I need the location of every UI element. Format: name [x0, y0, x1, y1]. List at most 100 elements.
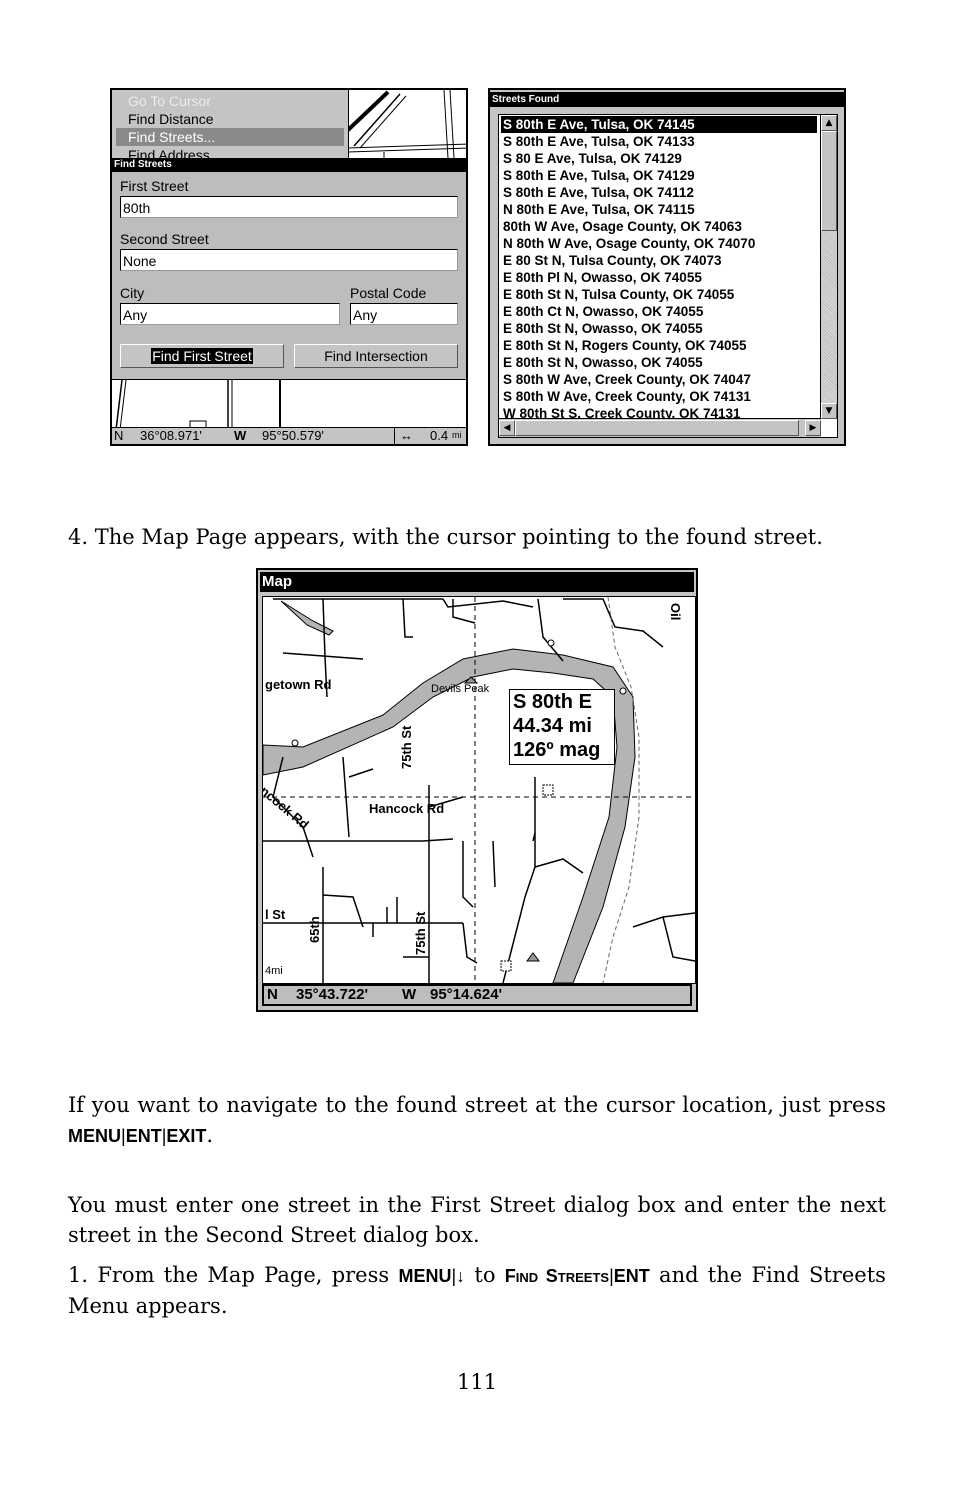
- scroll-up-arrow-icon[interactable]: ▲: [821, 115, 837, 131]
- street-list-item[interactable]: S 80th E Ave, Tulsa, OK 74112: [501, 184, 694, 201]
- map-menu-popup: Go To Cursor Find Distance Find Streets.…: [112, 90, 349, 158]
- map-roads-graphic-bottom: [115, 379, 281, 431]
- street-list-item[interactable]: S 80 E Ave, Tulsa, OK 74129: [501, 150, 682, 167]
- step-4-text: 4. The Map Page appears, with the cursor…: [68, 525, 823, 549]
- street-list-item[interactable]: E 80th Pl N, Owasso, OK 74055: [501, 269, 702, 286]
- street-list-item[interactable]: S 80th E Ave, Tulsa, OK 74129: [501, 167, 695, 184]
- waypoint-circle-icon: [547, 639, 555, 647]
- cemetery-icon: [542, 784, 554, 796]
- vertical-scroll-thumb[interactable]: [821, 131, 837, 231]
- map-longitude-value: 95°14.624': [430, 986, 503, 1003]
- menu-item-go-to-cursor[interactable]: Go To Cursor: [116, 92, 344, 110]
- map-label-l-st: l St: [265, 907, 286, 922]
- cursor-bearing: 126º mag: [513, 739, 601, 761]
- streets-found-list: S 80th E Ave, Tulsa, OK 74145 S 80th E Av…: [498, 114, 838, 438]
- map-label-top-right: Oil: [668, 603, 683, 621]
- map-status-bar: N 35°43.722' W 95°14.624': [262, 984, 692, 1006]
- map-page-screenshot: Map getown Rd Devils Peak 75th St Hancoc…: [256, 568, 698, 1012]
- street-list-item[interactable]: N 80th E Ave, Tulsa, OK 74115: [501, 201, 695, 218]
- menu-item-find-address[interactable]: Find Address: [116, 146, 344, 158]
- street-list-item[interactable]: E 80th St N, Rogers County, OK 74055: [501, 337, 747, 354]
- street-list-item[interactable]: N 80th W Ave, Osage County, OK 74070: [501, 235, 755, 252]
- find-streets-screenshot: Go To Cursor Find Distance Find Streets.…: [110, 88, 468, 446]
- map-scale-label: 4mi: [265, 965, 283, 977]
- map-roads-graphic: [346, 90, 466, 159]
- city-field[interactable]: Any: [120, 303, 340, 325]
- scroll-down-arrow-icon[interactable]: ▼: [821, 403, 837, 419]
- scroll-right-arrow-icon[interactable]: ▶: [805, 420, 821, 436]
- left-status-bar: N 36°08.971' W 95°50.579' ↔ 0.4 mi: [112, 427, 466, 444]
- streets-found-screenshot: Streets Found S 80th E Ave, Tulsa, OK 74…: [488, 88, 846, 446]
- key-menu: MENU: [398, 1266, 452, 1286]
- street-list-item[interactable]: S 80th E Ave, Tulsa, OK 74133: [501, 133, 695, 150]
- step-1-to: to: [474, 1263, 496, 1287]
- city-label: City: [120, 285, 145, 301]
- first-street-label: First Street: [120, 178, 189, 194]
- dialog-title: Find Streets: [112, 158, 466, 172]
- down-arrow-icon: ↓: [456, 1266, 466, 1286]
- zoom-value: 0.4: [430, 428, 449, 443]
- postal-code-label: Postal Code: [350, 285, 427, 301]
- cursor-info-popup: S 80th E 44.34 mi 126º mag: [509, 689, 615, 765]
- key-ent: ENT: [613, 1266, 650, 1286]
- street-list-item[interactable]: S 80th W Ave, Creek County, OK 74131: [501, 388, 751, 405]
- street-list-item[interactable]: E 80th St N, Tulsa County, OK 74055: [501, 286, 734, 303]
- street-list-item[interactable]: 80th W Ave, Osage County, OK 74063: [501, 218, 742, 235]
- paragraph-step-1: 1. From the Map Page, press MENU|↓ to Fi…: [68, 1260, 886, 1321]
- latitude-value: 36°08.971': [140, 428, 202, 443]
- step-1-prefix: 1. From the Map Page, press: [68, 1263, 390, 1287]
- map-view[interactable]: getown Rd Devils Peak 75th St Hancock Rd…: [262, 596, 696, 984]
- street-list-item[interactable]: S 80th W Ave, Creek County, OK 74047: [501, 371, 751, 388]
- lake: [280, 600, 334, 636]
- paragraph-instructions: You must enter one street in the First S…: [68, 1193, 886, 1247]
- map-latitude-value: 35°43.722': [296, 986, 369, 1003]
- key-menu: MENU: [68, 1126, 121, 1146]
- street-list-item[interactable]: S 80th E Ave, Tulsa, OK 74145: [501, 116, 817, 133]
- paragraph-navigate: If you want to navigate to the found str…: [68, 1090, 886, 1151]
- key-ent: ENT: [125, 1126, 162, 1146]
- key-exit: EXIT: [166, 1126, 207, 1146]
- paragraph-navigate-text: If you want to navigate to the found str…: [68, 1093, 886, 1117]
- zoom-unit: mi: [452, 430, 462, 440]
- horizontal-scrollbar[interactable]: ◀ ▶: [499, 418, 821, 437]
- menu-item-find-streets-ref: Find Streets: [504, 1266, 610, 1286]
- cemetery-icon: [500, 960, 512, 972]
- second-street-field[interactable]: None: [120, 249, 458, 271]
- cursor-distance: 44.34 mi: [513, 715, 592, 737]
- longitude-hemisphere: W: [234, 428, 247, 443]
- map-latitude-hemisphere: N: [267, 986, 278, 1003]
- postal-code-field[interactable]: Any: [350, 303, 458, 325]
- map-label-65th: 65th: [307, 916, 322, 943]
- find-first-street-button[interactable]: Find First Street: [120, 344, 284, 368]
- horizontal-scroll-thumb[interactable]: [515, 420, 799, 436]
- map-label-road: getown Rd: [265, 677, 332, 692]
- cursor-street-name: S 80th E: [513, 691, 592, 713]
- find-intersection-button[interactable]: Find Intersection: [294, 344, 458, 368]
- waypoint-circle-icon: [291, 739, 299, 747]
- menu-item-find-streets[interactable]: Find Streets...: [116, 128, 344, 146]
- status-divider: [394, 428, 396, 444]
- peak-triangle-icon: [526, 952, 540, 962]
- map-longitude-hemisphere: W: [402, 986, 417, 1003]
- first-street-field[interactable]: 80th: [120, 196, 458, 218]
- street-list-item[interactable]: E 80th St N, Owasso, OK 74055: [501, 320, 703, 337]
- page-number: 111: [456, 1370, 498, 1394]
- longitude-value: 95°50.579': [262, 428, 324, 443]
- street-list-item[interactable]: E 80th Ct N, Owasso, OK 74055: [501, 303, 703, 320]
- find-first-street-label: Find First Street: [151, 348, 253, 364]
- paragraph-end-period: .: [206, 1123, 214, 1147]
- second-street-label: Second Street: [120, 231, 209, 247]
- scroll-left-arrow-icon[interactable]: ◀: [499, 420, 515, 436]
- street-list-item[interactable]: E 80 St N, Tulsa County, OK 74073: [501, 252, 722, 269]
- horizontal-arrows-icon: ↔: [400, 428, 413, 443]
- map-graphics: [263, 597, 695, 983]
- waypoint-circle-icon: [619, 687, 627, 695]
- map-label-75th-st-top: 75th St: [399, 725, 414, 769]
- map-label-peak: Devils Peak: [431, 683, 490, 695]
- map-label-hancock-rd: Hancock Rd: [369, 801, 445, 816]
- map-background-top: [346, 90, 466, 159]
- menu-item-find-distance[interactable]: Find Distance: [116, 110, 344, 128]
- street-list-item[interactable]: E 80th St N, Owasso, OK 74055: [501, 354, 703, 371]
- latitude-hemisphere: N: [114, 428, 124, 443]
- vertical-scrollbar[interactable]: ▲ ▼: [820, 115, 837, 419]
